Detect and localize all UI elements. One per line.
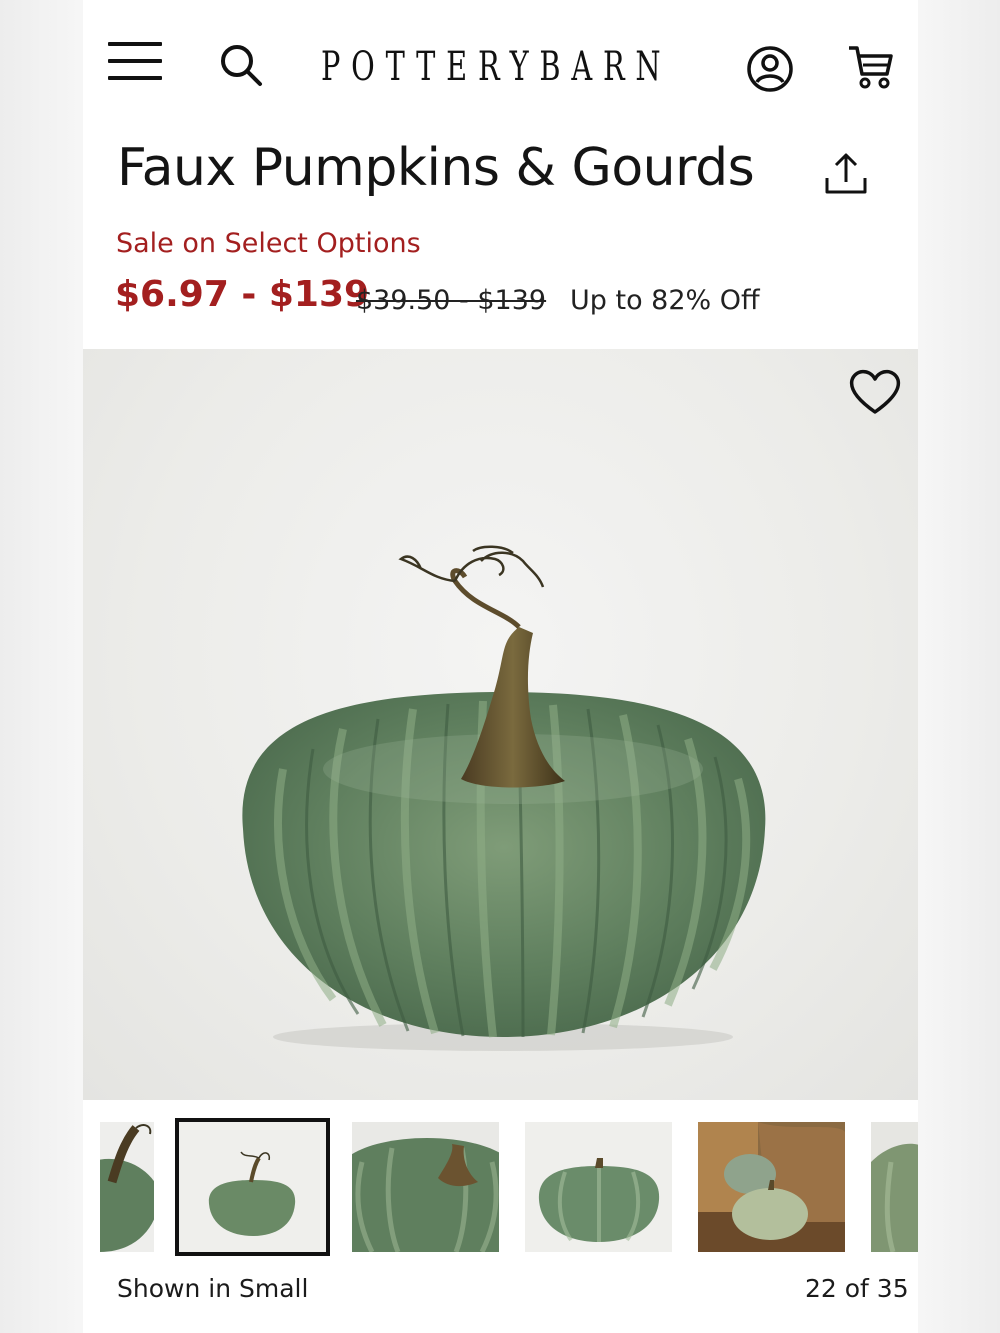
product-title: Faux Pumpkins & Gourds (117, 138, 755, 198)
share-icon[interactable] (823, 150, 873, 200)
cart-icon[interactable] (847, 44, 895, 90)
thumbnail[interactable] (352, 1122, 499, 1252)
sale-label: Sale on Select Options (116, 228, 421, 259)
thumbnail-strip (83, 1118, 918, 1258)
discount-text: Up to 82% Off (570, 285, 760, 316)
site-header: POTTERYBARN (83, 0, 918, 130)
brand-logo[interactable]: POTTERYBARN (321, 44, 661, 90)
main-product-image[interactable] (83, 349, 918, 1100)
thumbnail-selected[interactable] (175, 1118, 330, 1256)
thumbnail[interactable] (100, 1122, 154, 1252)
mobile-screen: POTTERYBARN Faux Pumpkins & Gourds Sale … (83, 0, 918, 1333)
thumbnail[interactable] (871, 1122, 918, 1252)
original-price: $39.50 - $139 (356, 285, 547, 316)
sale-price: $6.97 - $139 (115, 274, 370, 315)
gallery-counter: 22 of 35 (805, 1274, 909, 1303)
menu-icon[interactable] (108, 42, 162, 80)
account-icon[interactable] (745, 44, 795, 94)
gallery-caption: Shown in Small (117, 1274, 309, 1303)
thumbnail[interactable] (525, 1122, 672, 1252)
thumbnail[interactable] (698, 1122, 845, 1252)
heart-icon[interactable] (847, 366, 903, 416)
search-icon[interactable] (217, 42, 265, 88)
